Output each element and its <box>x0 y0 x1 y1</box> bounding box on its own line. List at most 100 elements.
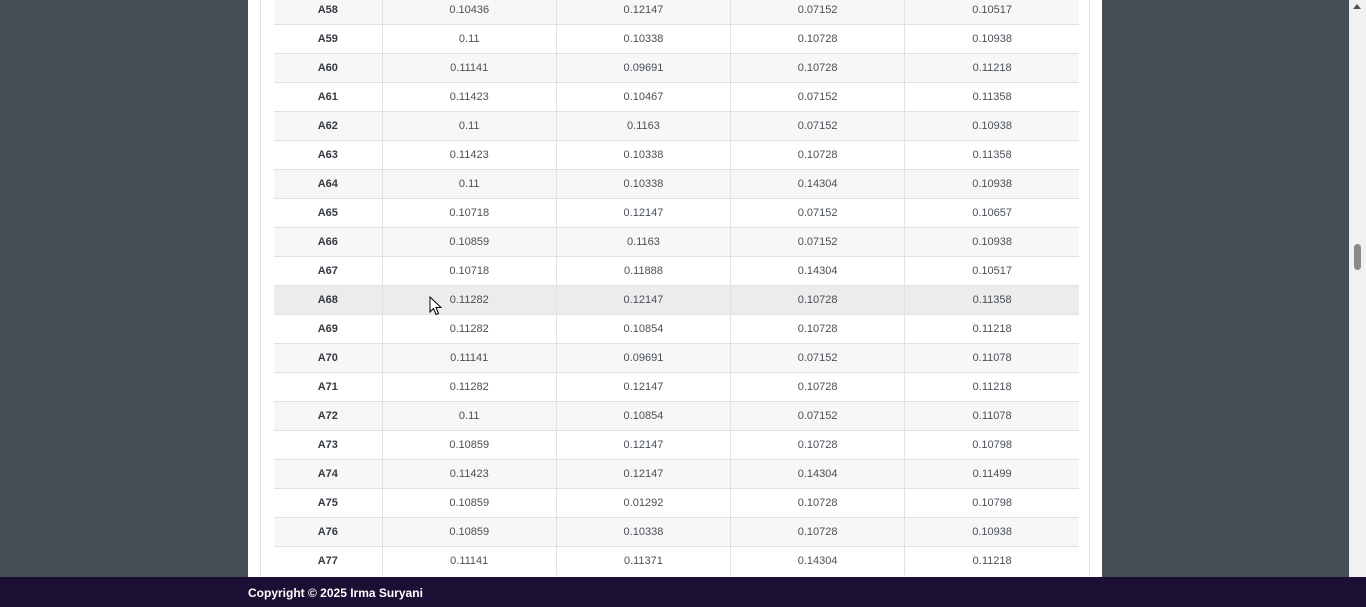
value-cell: 0.10338 <box>556 169 732 199</box>
value-cell: 0.10728 <box>730 372 906 402</box>
table-row: A63 0.11423 0.10338 0.10728 0.11358 <box>274 140 1079 170</box>
value-cell: 0.11218 <box>904 314 1079 344</box>
value-cell: 0.07152 <box>730 0 906 25</box>
table-row: A65 0.10718 0.12147 0.07152 0.10657 <box>274 198 1079 228</box>
table-row: A60 0.11141 0.09691 0.10728 0.11218 <box>274 53 1079 83</box>
value-cell: 0.07152 <box>730 111 906 141</box>
value-cell: 0.11 <box>382 111 557 141</box>
value-cell: 0.1163 <box>556 111 732 141</box>
table-row: A64 0.11 0.10338 0.14304 0.10938 <box>274 169 1079 199</box>
value-cell: 0.07152 <box>730 227 906 257</box>
value-cell: 0.11358 <box>904 285 1079 315</box>
value-cell: 0.11358 <box>904 82 1079 112</box>
value-cell: 0.11888 <box>556 256 732 286</box>
alternative-cell: A72 <box>274 401 383 431</box>
value-cell: 0.11499 <box>904 459 1079 489</box>
value-cell: 0.11371 <box>556 546 732 575</box>
value-cell: 0.12147 <box>556 285 732 315</box>
value-cell: 0.09691 <box>556 53 732 83</box>
value-cell: 0.10859 <box>382 488 557 518</box>
page-footer: Copyright © 2025 Irma Suryani <box>0 577 1366 607</box>
value-cell: 0.10718 <box>382 198 557 228</box>
value-cell: 0.10859 <box>382 430 557 460</box>
alternative-cell: A67 <box>274 256 383 286</box>
alternative-cell: A58 <box>274 0 383 25</box>
value-cell: 0.07152 <box>730 198 906 228</box>
table-row: A76 0.10859 0.10338 0.10728 0.10938 <box>274 517 1079 547</box>
alternative-cell: A75 <box>274 488 383 518</box>
value-cell: 0.11 <box>382 401 557 431</box>
value-cell: 0.11218 <box>904 546 1079 575</box>
value-cell: 0.07152 <box>730 82 906 112</box>
value-cell: 0.10338 <box>556 517 732 547</box>
value-cell: 0.10938 <box>904 24 1079 54</box>
value-cell: 0.11282 <box>382 285 557 315</box>
value-cell: 0.10798 <box>904 488 1079 518</box>
page-scrollbar[interactable] <box>1349 0 1366 577</box>
alternative-cell: A62 <box>274 111 383 141</box>
value-cell: 0.11423 <box>382 140 557 170</box>
table-row: A77 0.11141 0.11371 0.14304 0.11218 <box>274 546 1079 575</box>
table-row: A61 0.11423 0.10467 0.07152 0.11358 <box>274 82 1079 112</box>
value-cell: 0.11218 <box>904 53 1079 83</box>
table-row: A73 0.10859 0.12147 0.10728 0.10798 <box>274 430 1079 460</box>
value-cell: 0.12147 <box>556 0 732 25</box>
table-row: A58 0.10436 0.12147 0.07152 0.10517 <box>274 0 1079 25</box>
value-cell: 0.10338 <box>556 140 732 170</box>
value-cell: 0.10938 <box>904 227 1079 257</box>
value-cell: 0.10338 <box>556 24 732 54</box>
value-cell: 0.11078 <box>904 343 1079 373</box>
normalized-matrix-table: A58 0.10436 0.12147 0.07152 0.10517 A59 0.11 0.… <box>274 0 1079 575</box>
value-cell: 0.14304 <box>730 256 906 286</box>
value-cell: 0.14304 <box>730 459 906 489</box>
copyright-text: Copyright © 2025 Irma Suryani <box>248 586 423 600</box>
value-cell: 0.11218 <box>904 372 1079 402</box>
value-cell: 0.12147 <box>556 372 732 402</box>
mouse-pointer-icon <box>429 296 443 316</box>
value-cell: 0.11423 <box>382 82 557 112</box>
alternative-cell: A76 <box>274 517 383 547</box>
value-cell: 0.07152 <box>730 401 906 431</box>
alternative-cell: A63 <box>274 140 383 170</box>
value-cell: 0.10938 <box>904 111 1079 141</box>
value-cell: 0.10467 <box>556 82 732 112</box>
alternative-cell: A60 <box>274 53 383 83</box>
table-row: A68 0.11282 0.12147 0.10728 0.11358 <box>274 285 1079 315</box>
alternative-cell: A77 <box>274 546 383 575</box>
value-cell: 0.01292 <box>556 488 732 518</box>
value-cell: 0.10657 <box>904 198 1079 228</box>
value-cell: 0.12147 <box>556 198 732 228</box>
scroll-up-arrow-icon[interactable] <box>1353 4 1361 9</box>
value-cell: 0.10854 <box>556 314 732 344</box>
value-cell: 0.10728 <box>730 430 906 460</box>
value-cell: 0.10718 <box>382 256 557 286</box>
value-cell: 0.12147 <box>556 459 732 489</box>
alternative-cell: A65 <box>274 198 383 228</box>
value-cell: 0.09691 <box>556 343 732 373</box>
alternative-cell: A69 <box>274 314 383 344</box>
value-cell: 0.11282 <box>382 314 557 344</box>
value-cell: 0.11141 <box>382 546 557 575</box>
value-cell: 0.10859 <box>382 227 557 257</box>
value-cell: 0.1163 <box>556 227 732 257</box>
table-row: A70 0.11141 0.09691 0.07152 0.11078 <box>274 343 1079 373</box>
alternative-cell: A70 <box>274 343 383 373</box>
scroll-thumb[interactable] <box>1354 244 1361 270</box>
table-row: A72 0.11 0.10854 0.07152 0.11078 <box>274 401 1079 431</box>
value-cell: 0.11 <box>382 24 557 54</box>
value-cell: 0.10859 <box>382 517 557 547</box>
table-row: A59 0.11 0.10338 0.10728 0.10938 <box>274 24 1079 54</box>
value-cell: 0.11358 <box>904 140 1079 170</box>
value-cell: 0.11078 <box>904 401 1079 431</box>
table-row: A71 0.11282 0.12147 0.10728 0.11218 <box>274 372 1079 402</box>
value-cell: 0.10728 <box>730 314 906 344</box>
value-cell: 0.11423 <box>382 459 557 489</box>
alternative-cell: A71 <box>274 372 383 402</box>
value-cell: 0.10798 <box>904 430 1079 460</box>
value-cell: 0.10938 <box>904 169 1079 199</box>
value-cell: 0.14304 <box>730 546 906 575</box>
value-cell: 0.07152 <box>730 343 906 373</box>
alternative-cell: A74 <box>274 459 383 489</box>
value-cell: 0.11282 <box>382 372 557 402</box>
value-cell: 0.10436 <box>382 0 557 25</box>
